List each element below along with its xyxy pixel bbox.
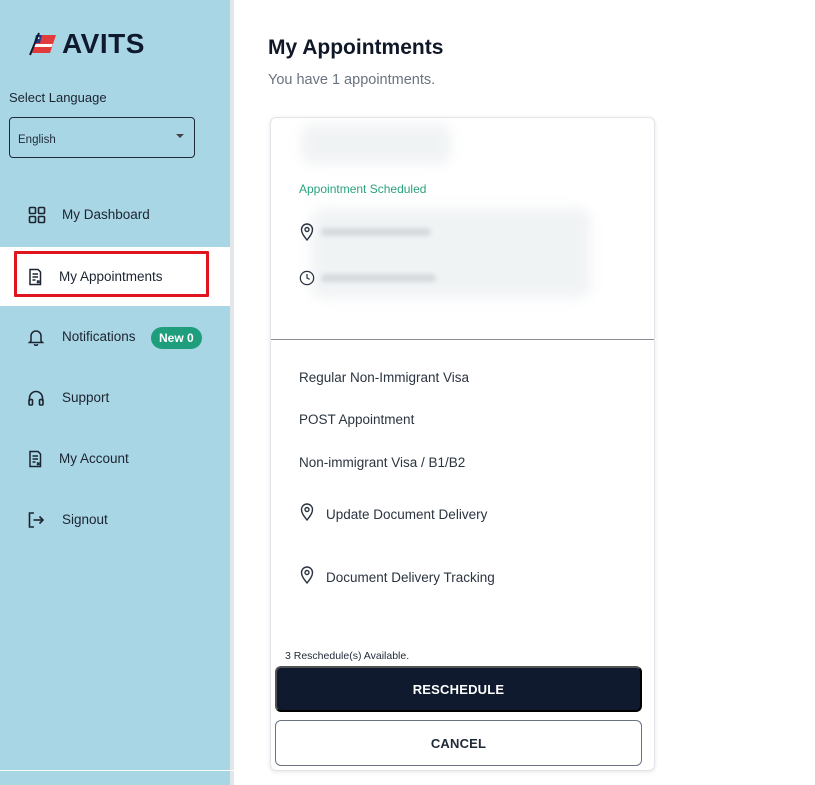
card-divider: [271, 339, 654, 340]
sidebar-item-signout[interactable]: Signout: [0, 490, 230, 550]
redacted-header: [301, 124, 451, 164]
sidebar: AVITS Select Language English My Dashboa…: [0, 0, 230, 785]
bell-icon: [26, 327, 46, 347]
sidebar-item-support[interactable]: Support: [0, 368, 230, 428]
location-pin-icon: [299, 223, 315, 241]
redacted-datetime: [321, 274, 436, 282]
document-icon: [25, 449, 45, 469]
sidebar-item-label: My Dashboard: [62, 207, 150, 222]
clock-icon: [299, 269, 315, 287]
page-title: My Appointments: [268, 36, 444, 59]
sidebar-item-label: My Account: [59, 451, 129, 466]
appointment-type: POST Appointment: [299, 412, 415, 427]
signout-icon: [26, 510, 46, 530]
sidebar-divider: [230, 0, 234, 785]
sidebar-item-dashboard[interactable]: My Dashboard: [0, 185, 230, 245]
language-select[interactable]: English: [9, 117, 195, 158]
page-subtitle: You have 1 appointments.: [268, 72, 436, 88]
brand-logo[interactable]: AVITS: [28, 28, 145, 60]
notifications-badge: New 0: [151, 327, 202, 349]
appointment-card: Appointment Scheduled Regular Non-Immigr…: [270, 117, 655, 771]
sidebar-item-label: Notifications: [62, 329, 136, 344]
document-icon: [25, 267, 45, 287]
document-delivery-tracking-link[interactable]: Document Delivery Tracking: [326, 570, 495, 585]
sidebar-item-account[interactable]: My Account: [0, 429, 230, 489]
headphones-icon: [26, 388, 46, 408]
redacted-location: [321, 228, 431, 236]
cancel-button[interactable]: CANCEL: [275, 720, 642, 766]
update-document-delivery-link[interactable]: Update Document Delivery: [326, 507, 487, 522]
caret-down-icon: [176, 134, 184, 138]
sidebar-item-label: Support: [62, 390, 110, 405]
location-pin-icon: [299, 566, 315, 584]
sidebar-item-appointments[interactable]: My Appointments: [0, 247, 230, 306]
flag-logo-icon: [29, 32, 56, 56]
sidebar-item-label: My Appointments: [59, 269, 163, 284]
location-pin-icon: [299, 503, 315, 521]
sidebar-bottom-divider: [0, 770, 234, 771]
reschedule-button[interactable]: RESCHEDULE: [275, 666, 642, 712]
reschedules-available-note: 3 Reschedule(s) Available.: [285, 650, 410, 662]
sidebar-item-label: Signout: [62, 512, 108, 527]
language-label: Select Language: [9, 90, 107, 105]
dashboard-grid-icon: [27, 205, 47, 225]
status-badge: Appointment Scheduled: [299, 182, 427, 196]
visa-type: Non-immigrant Visa / B1/B2: [299, 455, 466, 470]
visa-category: Regular Non-Immigrant Visa: [299, 370, 470, 385]
language-selected-value: English: [18, 134, 56, 146]
redacted-details: [311, 208, 591, 298]
brand-name: AVITS: [62, 28, 145, 59]
